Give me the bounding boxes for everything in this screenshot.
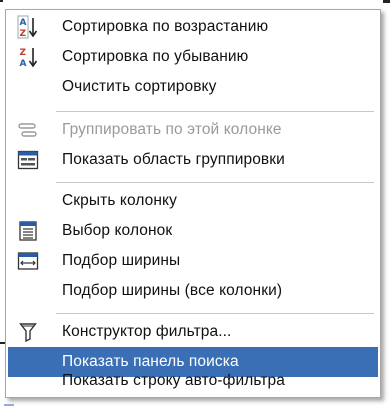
- menu-item-best-fit-all-columns[interactable]: Подбор ширины (все колонки): [8, 276, 378, 306]
- menu-item-label: Сортировка по убыванию: [62, 48, 249, 65]
- menu-item-show-group-panel[interactable]: Показать область группировки: [8, 145, 378, 175]
- sort-descending-icon: Z A: [8, 42, 48, 72]
- menu-separator: [56, 111, 374, 112]
- menu-item-label: Подбор ширины: [62, 252, 181, 269]
- filter-icon: [8, 317, 48, 347]
- menu-item-label: Конструктор фильтра...: [62, 323, 232, 340]
- menu-item-clear-sort[interactable]: Очистить сортировку: [8, 72, 378, 102]
- background-edge: [0, 0, 3, 2]
- column-chooser-icon: [8, 216, 48, 246]
- menu-item-label: Показать область группировки: [62, 151, 285, 168]
- menu-item-label: Сортировка по возрастанию: [62, 18, 269, 35]
- menu-item-label: Показать строку авто-фильтра: [62, 372, 285, 389]
- svg-text:Z: Z: [20, 29, 27, 39]
- best-fit-icon: [8, 246, 48, 276]
- menu-item-sort-descending[interactable]: Z A Сортировка по убыванию: [8, 42, 378, 72]
- group-by-column-icon: [8, 115, 48, 145]
- menu-item-label: Выбор колонок: [62, 222, 173, 239]
- group-panel-icon: [8, 145, 48, 175]
- menu-item-group-by-column[interactable]: Группировать по этой колонке: [8, 115, 378, 145]
- menu-item-label: Скрыть колонку: [62, 192, 177, 209]
- menu-separator: [56, 182, 374, 183]
- column-context-menu: A Z Сортировка по возрастанию Z A Сортир…: [5, 9, 381, 398]
- background-edge: [383, 0, 390, 3]
- menu-item-label: Подбор ширины (все колонки): [62, 282, 283, 299]
- menu-item-label: Очистить сортировку: [62, 78, 217, 95]
- svg-text:Z: Z: [20, 48, 27, 58]
- menu-item-filter-editor[interactable]: Конструктор фильтра...: [8, 317, 378, 347]
- background-edge: [4, 404, 14, 406]
- menu-item-sort-ascending[interactable]: A Z Сортировка по возрастанию: [8, 12, 378, 42]
- svg-text:A: A: [20, 59, 27, 69]
- menu-item-column-chooser[interactable]: Выбор колонок: [8, 216, 378, 246]
- menu-item-label: Группировать по этой колонке: [62, 121, 282, 138]
- menu-item-best-fit[interactable]: Подбор ширины: [8, 246, 378, 276]
- sort-ascending-icon: A Z: [8, 12, 48, 42]
- menu-separator: [56, 313, 374, 314]
- menu-item-show-auto-filter-row[interactable]: Показать строку авто-фильтра: [8, 366, 378, 396]
- menu-item-hide-column[interactable]: Скрыть колонку: [8, 186, 378, 216]
- svg-text:A: A: [20, 18, 27, 28]
